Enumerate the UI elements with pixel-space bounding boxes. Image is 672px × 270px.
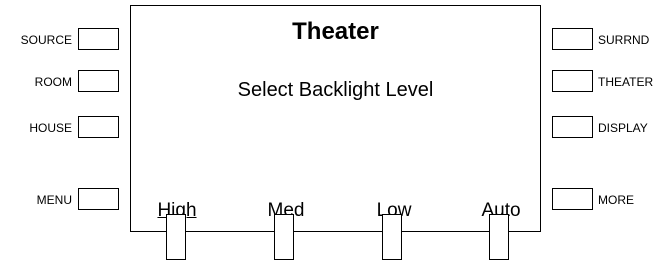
softkey-button-2[interactable] — [274, 214, 294, 260]
more-label: MORE — [598, 193, 634, 207]
menu-label: MENU — [36, 193, 72, 207]
room-button[interactable] — [78, 70, 119, 92]
softkey-button-4[interactable] — [489, 214, 509, 260]
more-button[interactable] — [552, 188, 593, 210]
screen-message: Select Backlight Level — [237, 79, 434, 101]
display-label: DISPLAY — [598, 121, 648, 135]
display-button[interactable] — [552, 116, 593, 138]
theater-button[interactable] — [552, 70, 593, 92]
display-screen: Theater Select Backlight Level High Med … — [130, 5, 541, 232]
source-button[interactable] — [78, 28, 119, 50]
house-button[interactable] — [78, 116, 119, 138]
screen-title: Theater — [292, 18, 379, 45]
theater-label: THEATER — [598, 75, 654, 89]
room-label: ROOM — [34, 75, 72, 89]
surrnd-label: SURRND — [598, 33, 650, 47]
menu-button[interactable] — [78, 188, 119, 210]
softkey-button-1[interactable] — [166, 214, 186, 260]
softkey-button-3[interactable] — [382, 214, 402, 260]
source-label: SOURCE — [20, 33, 72, 47]
house-label: HOUSE — [29, 121, 72, 135]
surrnd-button[interactable] — [552, 28, 593, 50]
